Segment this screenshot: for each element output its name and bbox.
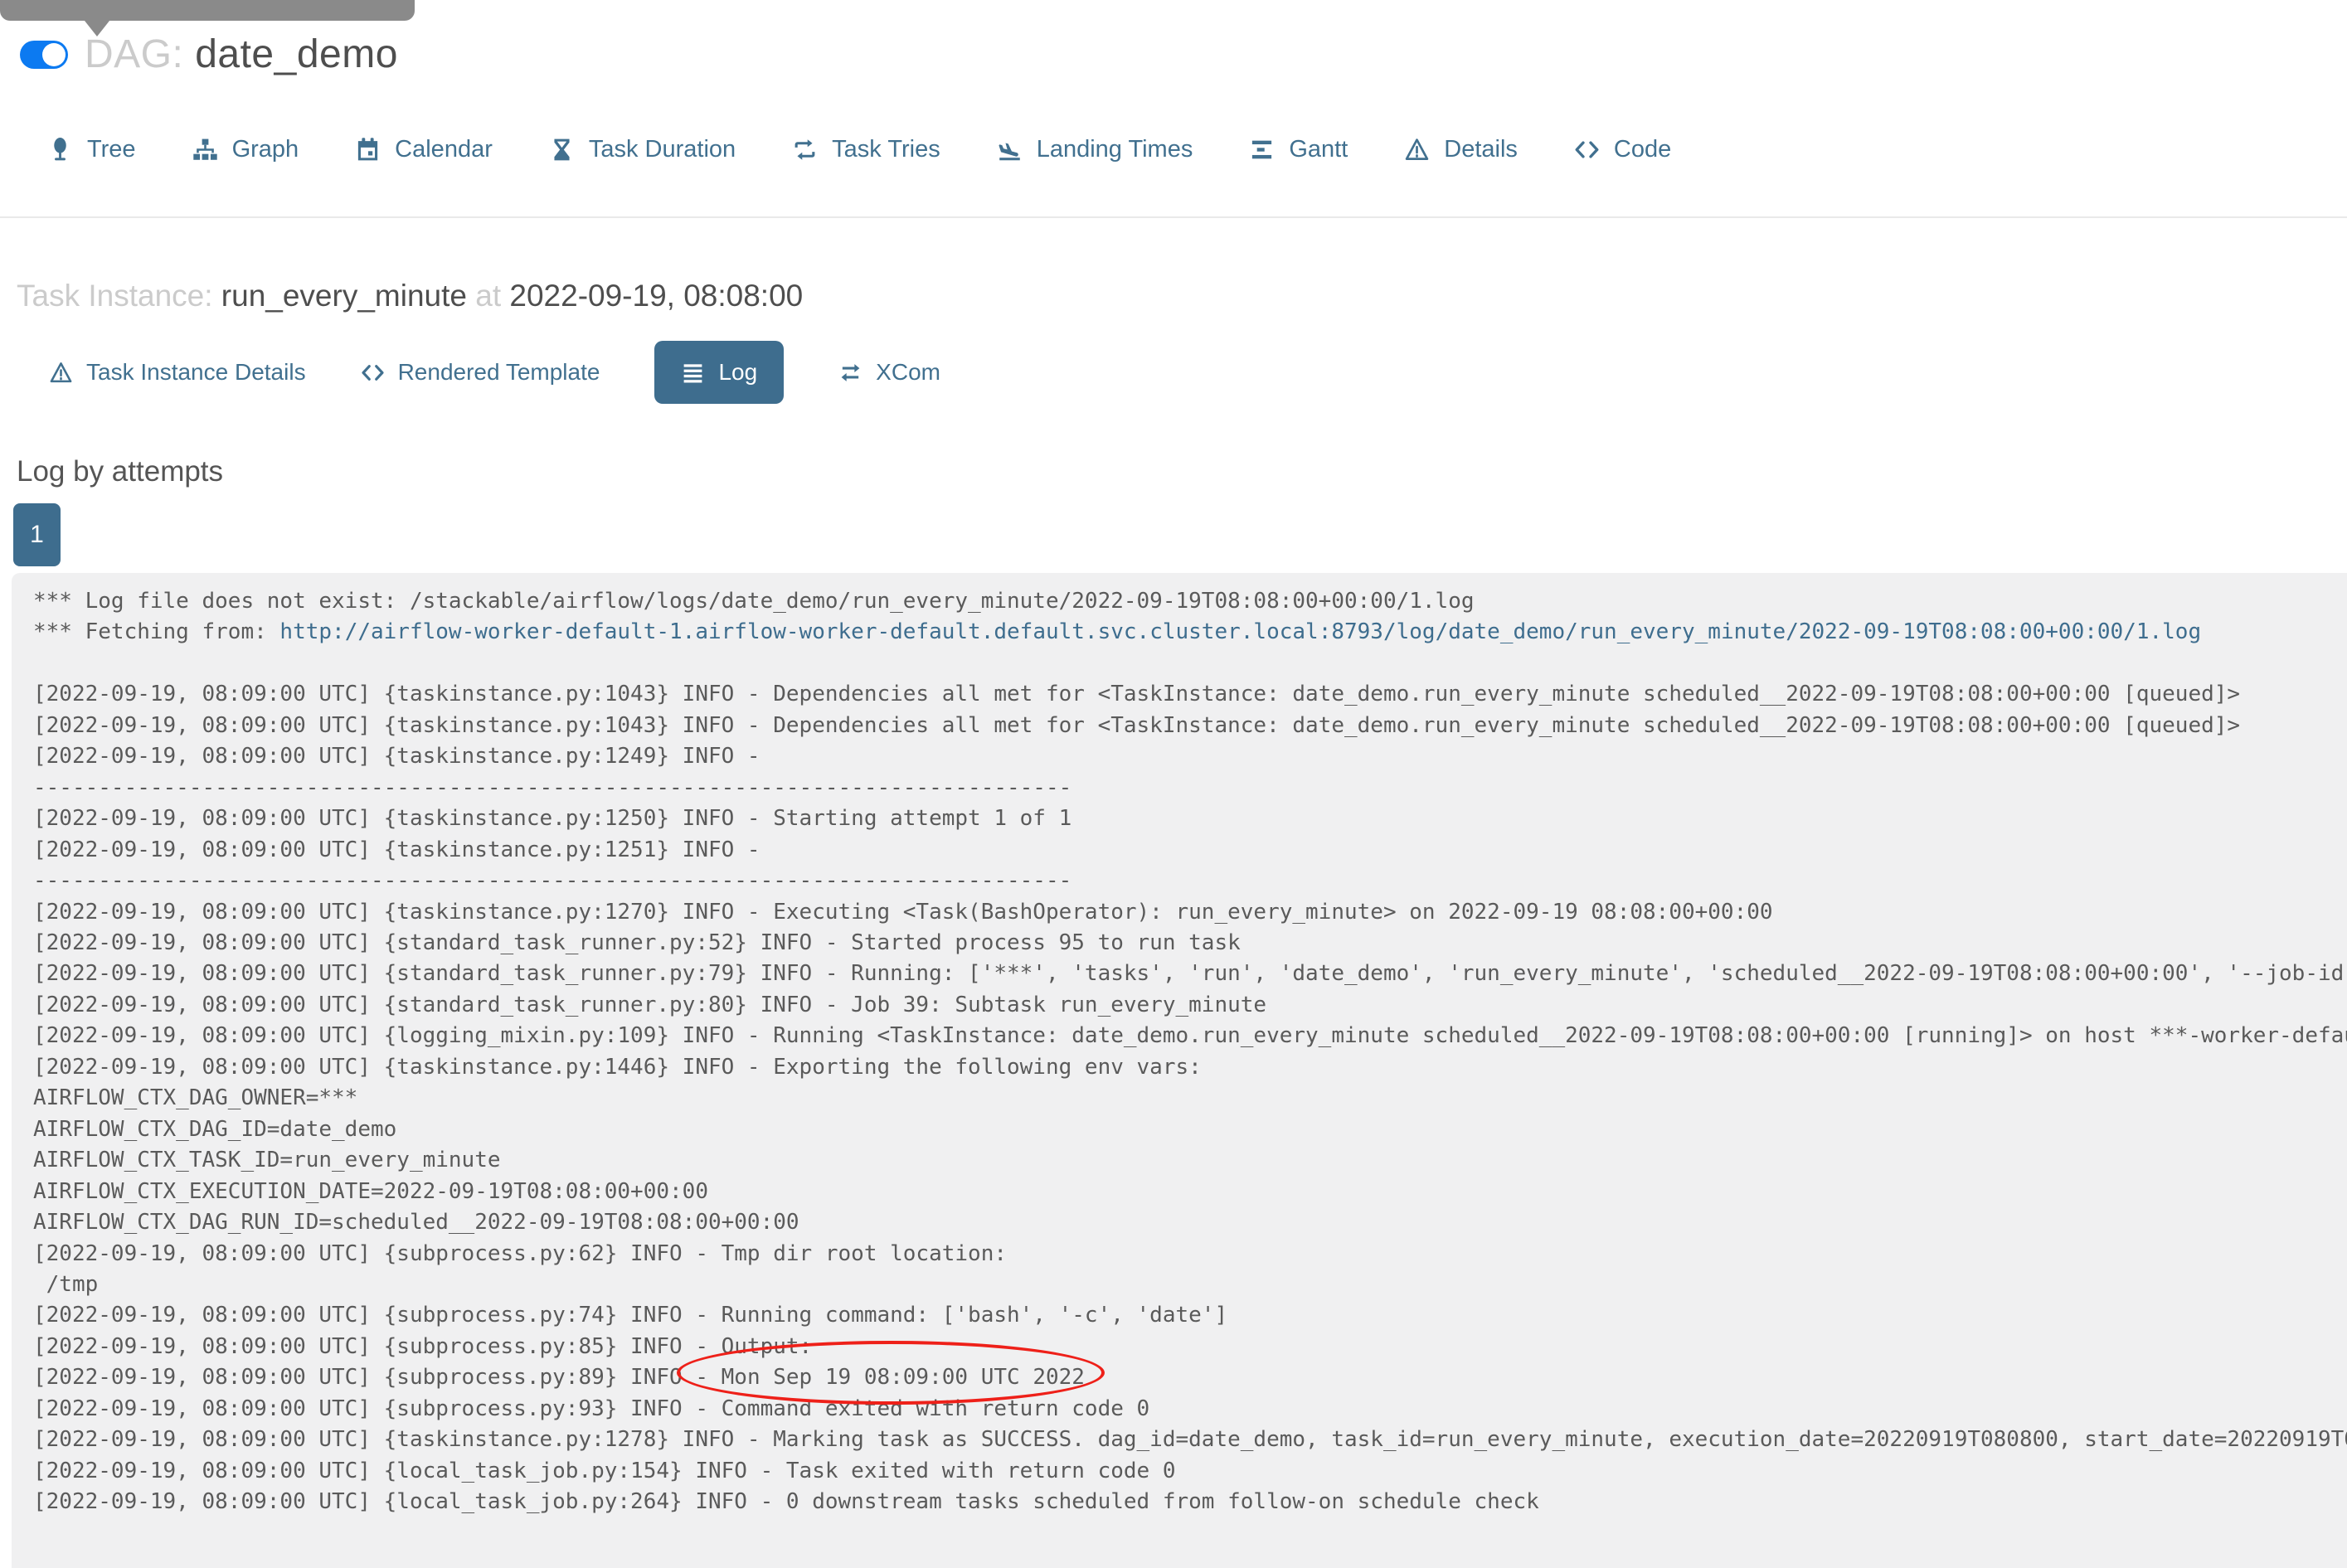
repeat-icon [792, 137, 818, 163]
log-line: [2022-09-19, 08:09:00 UTC] {local_task_j… [33, 1458, 1176, 1483]
tab-log[interactable]: Log [654, 341, 785, 404]
task-instance-heading: Task Instance: run_every_minute at 2022-… [17, 279, 803, 313]
log-circled-text: - Mon Sep 19 08:09:00 UTC 2022 [677, 1341, 1105, 1405]
log-line: [2022-09-19, 08:09:00 UTC] {subprocess.p… [33, 1333, 813, 1359]
warning-triangle-icon [1404, 137, 1430, 163]
tab-label: Rendered Template [397, 359, 600, 385]
log-line: ----------------------------------------… [33, 868, 1072, 894]
tab-task-duration[interactable]: Task Duration [549, 136, 736, 163]
log-line: [2022-09-19, 08:09:00 UTC] {taskinstance… [33, 1427, 2347, 1453]
tab-label: Calendar [395, 135, 493, 163]
log-line: [2022-09-19, 08:09:00 UTC] {standard_tas… [33, 930, 1241, 955]
tab-task-tries[interactable]: Task Tries [792, 136, 940, 163]
log-line: [2022-09-19, 08:09:00 UTC] {subprocess.p… [33, 1240, 1020, 1266]
code-icon [361, 361, 385, 385]
tab-label: Details [1444, 135, 1518, 163]
dag-header: DAG: date_demo [20, 32, 398, 77]
log-url-link[interactable]: http://airflow-worker-default-1.airflow-… [279, 619, 2201, 644]
log-line: AIRFLOW_CTX_DAG_RUN_ID=scheduled__2022-0… [33, 1210, 799, 1235]
log-line: AIRFLOW_CTX_DAG_OWNER=*** [33, 1085, 358, 1111]
tab-label: Code [1613, 135, 1672, 163]
hourglass-icon [549, 137, 575, 163]
dag-pause-toggle[interactable] [20, 40, 68, 69]
dag-label: DAG: [85, 32, 184, 76]
toggle-knob [42, 42, 66, 66]
tab-label: Tree [87, 135, 136, 163]
tab-label: Graph [231, 135, 299, 163]
tab-details[interactable]: Details [1404, 136, 1518, 163]
tab-label: Gantt [1289, 135, 1348, 163]
calendar-icon [355, 137, 381, 163]
log-line: AIRFLOW_CTX_DAG_ID=date_demo [33, 1116, 397, 1142]
warning-triangle-icon [49, 361, 73, 385]
log-line: [2022-09-19, 08:09:00 UTC] {standard_tas… [33, 992, 1267, 1017]
tab-label: Task Tries [832, 135, 940, 163]
page-title: DAG: date_demo [85, 32, 398, 77]
log-line: [2022-09-19, 08:09:00 UTC] {taskinstance… [33, 744, 774, 769]
tab-xcom[interactable]: XCom [838, 359, 940, 386]
log-line: AIRFLOW_CTX_TASK_ID=run_every_minute [33, 1148, 501, 1173]
tab-rendered-template[interactable]: Rendered Template [361, 359, 600, 386]
log-line: [2022-09-19, 08:09:00 UTC] {subprocess.p… [33, 1303, 1228, 1328]
tree-icon [47, 137, 73, 163]
log-line: [2022-09-19, 08:09:00 UTC] {taskinstance… [33, 806, 1072, 832]
tab-calendar[interactable]: Calendar [355, 136, 493, 163]
exchange-icon [838, 361, 863, 385]
tab-landing-times[interactable]: Landing Times [997, 136, 1193, 163]
task-instance-name: run_every_minute [221, 279, 467, 313]
task-instance-tabs: Task Instance Details Rendered Template Lo… [49, 340, 940, 405]
gantt-bars-icon [1249, 137, 1275, 163]
log-lines-icon [681, 361, 705, 385]
log-panel: *** Log file does not exist: /stackable/… [12, 573, 2347, 1568]
log-line: [2022-09-19, 08:09:00 UTC] {taskinstance… [33, 899, 1773, 925]
sitemap-icon [192, 137, 218, 163]
dag-name: date_demo [195, 32, 398, 76]
log-line: [2022-09-19, 08:09:00 UTC] {taskinstance… [33, 837, 774, 862]
attempt-1-button[interactable]: 1 [13, 503, 61, 566]
at-label: at [475, 279, 502, 313]
task-instance-label: Task Instance: [17, 279, 213, 313]
attempt-selector: 1 [13, 503, 61, 566]
tab-tree[interactable]: Tree [47, 136, 136, 163]
tab-graph[interactable]: Graph [192, 136, 299, 163]
tab-gantt[interactable]: Gantt [1249, 136, 1348, 163]
log-line: *** Fetching from: http://airflow-worker… [33, 619, 2202, 645]
tab-label: Landing Times [1036, 135, 1193, 163]
header-divider [0, 216, 2347, 218]
log-line: [2022-09-19, 08:09:00 UTC] {standard_tas… [33, 961, 2347, 987]
log-line: [2022-09-19, 08:09:00 UTC] {subprocess.p… [33, 1396, 1150, 1421]
log-line: [2022-09-19, 08:09:00 UTC] {taskinstance… [33, 1054, 1202, 1080]
tab-label: XCom [876, 359, 940, 385]
log-line: [2022-09-19, 08:09:00 UTC] {logging_mixi… [33, 1023, 2347, 1049]
log-line: *** Log file does not exist: /stackable/… [33, 589, 1475, 614]
task-instance-datetime: 2022-09-19, 08:08:00 [509, 279, 804, 313]
plane-landing-icon [997, 137, 1023, 163]
code-icon [1574, 137, 1600, 163]
log-line: [2022-09-19, 08:09:00 UTC] {taskinstance… [33, 682, 2241, 707]
tab-label: Log [718, 359, 758, 385]
tooltip-bubble [0, 0, 415, 21]
log-line: /tmp [33, 1271, 99, 1297]
log-line: ----------------------------------------… [33, 774, 1072, 800]
log-line: [2022-09-19, 08:09:00 UTC] {local_task_j… [33, 1489, 1539, 1515]
log-attempts-heading: Log by attempts [17, 455, 224, 488]
log-output: *** Log file does not exist: /stackable/… [33, 586, 2347, 1518]
tab-label: Task Instance Details [86, 359, 306, 385]
log-line: [2022-09-19, 08:09:00 UTC] {subprocess.p… [33, 1341, 2347, 1405]
tab-task-instance-details[interactable]: Task Instance Details [49, 359, 306, 386]
tab-code[interactable]: Code [1574, 136, 1671, 163]
dag-view-tabs: Tree Graph Calendar Task Duration Task Tries… [47, 134, 1671, 164]
log-line: AIRFLOW_CTX_EXECUTION_DATE=2022-09-19T08… [33, 1178, 708, 1204]
log-line: [2022-09-19, 08:09:00 UTC] {taskinstance… [33, 712, 2241, 738]
tab-label: Task Duration [588, 135, 736, 163]
